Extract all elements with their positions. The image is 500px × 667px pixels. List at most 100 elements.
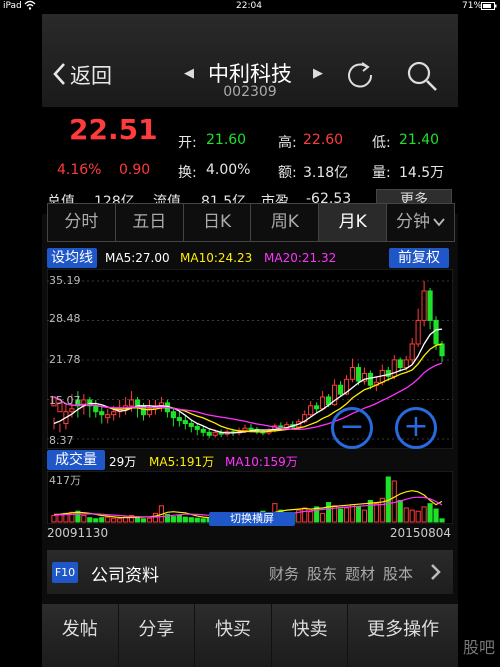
clock: 22:04 [236, 1, 262, 11]
candle-body [314, 405, 320, 410]
battery-label: 71% [462, 1, 483, 11]
volume-bar [337, 508, 344, 523]
volume-bar [373, 503, 379, 523]
volume-bar [343, 507, 350, 523]
chevron-right-icon [431, 564, 441, 580]
candle-body [415, 319, 421, 345]
candle-body [134, 399, 141, 407]
end-date: 20150804 [389, 526, 451, 540]
volume-bar [188, 517, 194, 523]
stock-code: 002309 [223, 84, 277, 100]
volume-indicator-button[interactable]: 成交量 [47, 450, 105, 470]
shareholders-link[interactable]: 股东 [307, 563, 337, 584]
volume-bar [355, 506, 362, 523]
volume-bar [302, 507, 308, 523]
set-ma-button[interactable]: 设均线 [47, 248, 97, 268]
wifi-icon [24, 0, 36, 13]
start-date: 20091130 [47, 526, 109, 540]
candle-body [409, 343, 415, 361]
quick-buy-button[interactable]: 快买 [195, 604, 272, 667]
volume-bar [51, 515, 57, 523]
change-value: 0.90 [119, 162, 151, 178]
candle-body [99, 411, 105, 416]
volume-value: 14.5万 [399, 165, 445, 181]
period-tabs: 分时 五日 日K 周K 月K 分钟 [47, 203, 455, 242]
tab-minute-label: 分钟 [396, 212, 431, 232]
open-value: 21.60 [206, 132, 247, 148]
adjust-mode-button[interactable]: 前复权 [389, 248, 449, 268]
theme-link[interactable]: 题材 [345, 563, 375, 584]
company-info-title: 公司资料 [91, 566, 159, 586]
candle-body [194, 425, 200, 430]
company-info-row[interactable]: F10 公司资料 财务 股东 题材 股本 [47, 550, 453, 594]
candle-body [397, 359, 403, 369]
stock-detail-app: 返回 ◀ 中利科技 002309 ▶ 22.51 4.16% 0.90 开: 2… [42, 14, 458, 667]
bottom-action-bar: 发帖 分享 快买 快卖 更多操作 [42, 604, 458, 667]
volume-bar [69, 511, 75, 523]
finance-link[interactable]: 财务 [269, 563, 299, 584]
status-bar: iPad 22:04 71% [0, 0, 500, 14]
candle-body [206, 431, 212, 436]
more-actions-button[interactable]: 更多操作 [348, 604, 458, 667]
tab-five-day[interactable]: 五日 [115, 204, 184, 241]
volume-bar [326, 502, 332, 523]
candle-body [93, 405, 99, 413]
quick-sell-button[interactable]: 快卖 [272, 604, 349, 667]
volume-chart[interactable]: 417万 切换横屏 [46, 470, 454, 526]
volume-bar [409, 509, 415, 523]
volume-bar [194, 517, 200, 523]
candle-body [182, 420, 188, 425]
candle-body [349, 367, 356, 380]
volume-bar [152, 512, 159, 523]
volume-current: 29万 [109, 455, 137, 469]
amount-value: 3.18亿 [303, 165, 349, 181]
f10-badge: F10 [52, 562, 78, 583]
refresh-icon[interactable] [345, 60, 375, 94]
candle-body [69, 408, 75, 413]
candle-body [421, 290, 427, 321]
ma-legend-row: 设均线 MA5:27.00 MA10:24.23 MA20:21.32 前复权 [47, 247, 453, 269]
volume-bar [415, 510, 421, 523]
candle-body [403, 359, 409, 369]
volume-bar [146, 517, 153, 523]
date-range: 20091130 20150804 [47, 526, 453, 542]
candle-body [248, 427, 254, 430]
high-label: 高: [278, 135, 297, 151]
tab-weekly[interactable]: 周K [251, 204, 320, 241]
candle-body [200, 428, 206, 433]
price-axis-label: 15.07 [49, 394, 81, 407]
zoom-out-button[interactable]: − [331, 407, 373, 449]
candle-body [212, 431, 218, 436]
post-button[interactable]: 发帖 [42, 604, 119, 667]
volume-bar [361, 509, 367, 523]
volume-bar [403, 507, 409, 523]
share-button[interactable]: 分享 [119, 604, 196, 667]
tab-monthly[interactable]: 月K [319, 204, 388, 241]
volume-bar [433, 508, 439, 523]
candle-body [433, 319, 439, 345]
open-label: 开: [178, 135, 197, 151]
volume-bar [439, 518, 445, 523]
turnover-value: 4.00% [206, 162, 251, 178]
candle-body [439, 343, 445, 357]
volume-label: 量: [372, 165, 391, 181]
candle-body [170, 411, 176, 419]
vol-ma10-label: MA10:159万 [225, 455, 298, 469]
volume-bar [140, 518, 147, 523]
zoom-in-button[interactable]: + [395, 407, 437, 449]
volume-bar [182, 516, 188, 523]
next-stock-button[interactable]: ▶ [313, 66, 323, 81]
quote-panel: 22.51 4.16% 0.90 开: 21.60 高: 22.60 低: 21… [42, 107, 458, 214]
ma20-label: MA20:21.32 [264, 251, 337, 265]
share-capital-link[interactable]: 股本 [383, 563, 413, 584]
tab-minute[interactable]: 分钟 [387, 204, 454, 241]
search-icon[interactable] [406, 60, 438, 96]
tab-intraday[interactable]: 分时 [48, 204, 116, 241]
tab-daily[interactable]: 日K [183, 204, 252, 241]
landscape-toggle-button[interactable]: 切换横屏 [209, 512, 295, 526]
volume-bar [176, 515, 182, 523]
candle-body [176, 417, 182, 422]
volume-bar [111, 517, 117, 523]
kline-chart[interactable]: 35.19 28.48 21.78 15.07 8.37 − + [46, 268, 454, 450]
price-axis-label: 8.37 [49, 434, 74, 447]
